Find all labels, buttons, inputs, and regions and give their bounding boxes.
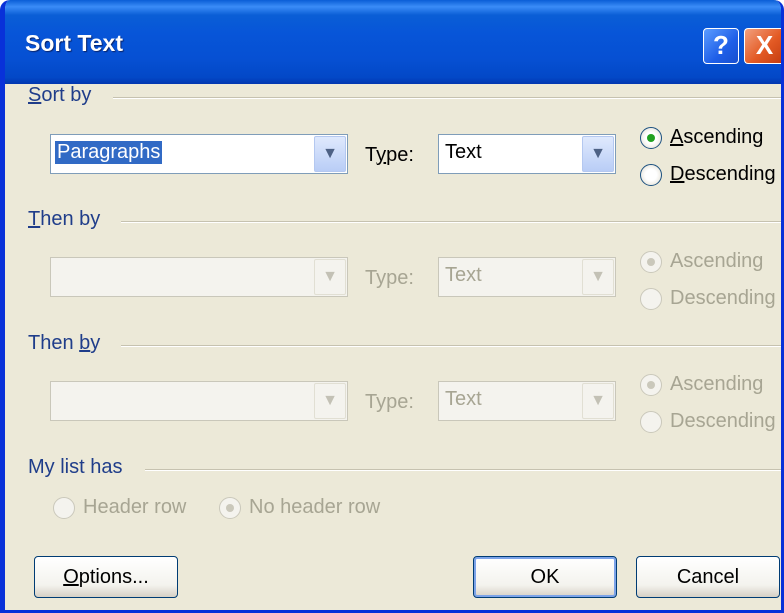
chevron-down-icon[interactable]: ▼ [582,136,614,172]
then-by-descending-radio[interactable]: Descending [640,287,776,310]
chevron-down-icon[interactable]: ▼ [314,136,346,172]
options-button[interactable]: Options... [34,556,178,598]
dialog-body: Sort by Paragraphs ▼ Type: Text ▼ Ascend… [5,84,781,610]
sort-by-type-select[interactable]: Text ▼ [438,134,616,174]
then-by-type-label: Type: [365,267,414,289]
sort-text-dialog: Sort Text ? X Sort by Paragraphs ▼ Type:… [0,0,784,613]
title-bar[interactable]: Sort Text ? X [5,0,781,84]
chevron-down-icon[interactable]: ▼ [582,383,614,419]
my-list-has-divider [145,469,781,471]
then-by-type-select[interactable]: Text ▼ [438,257,616,297]
radio-selected-icon [640,250,662,273]
sort-by-descending-radio[interactable]: Descending [640,163,776,186]
then-by-field-select[interactable]: ▼ [50,257,348,297]
then-by-2-descending-radio[interactable]: Descending [640,410,776,433]
then-by-2-label: Then by [28,332,101,354]
sort-by-field-select[interactable]: Paragraphs ▼ [50,134,348,174]
then-by-2-type-select[interactable]: Text ▼ [438,381,616,421]
sort-by-field-value: Paragraphs [55,141,163,164]
help-icon[interactable]: ? [703,28,739,64]
chevron-down-icon[interactable]: ▼ [582,259,614,295]
then-by-2-type-label: Type: [365,391,414,413]
radio-unselected-icon [53,496,75,519]
chevron-down-icon[interactable]: ▼ [314,383,346,419]
then-by-ascending-radio[interactable]: Ascending [640,250,763,273]
then-by-divider [121,221,781,223]
ok-button[interactable]: OK [473,556,617,598]
radio-unselected-icon [640,287,662,310]
radio-unselected-icon [640,410,662,433]
radio-unselected-icon [640,163,662,186]
sort-by-ascending-radio[interactable]: Ascending [640,126,763,149]
close-icon[interactable]: X [744,28,781,64]
radio-selected-icon [219,496,241,519]
dialog-title: Sort Text [25,30,123,56]
sort-by-type-value: Text [445,141,482,163]
then-by-label: Then by [28,208,101,230]
my-list-has-label: My list has [28,456,123,478]
radio-selected-icon [640,126,662,149]
sort-by-label: Sort by [28,84,92,106]
then-by-2-ascending-radio[interactable]: Ascending [640,373,763,396]
then-by-2-field-select[interactable]: ▼ [50,381,348,421]
cancel-button[interactable]: Cancel [636,556,780,598]
then-by-2-divider [121,345,781,347]
chevron-down-icon[interactable]: ▼ [314,259,346,295]
header-row-radio[interactable]: Header row [53,496,186,519]
no-header-row-radio[interactable]: No header row [219,496,380,519]
radio-selected-icon [640,373,662,396]
sort-by-divider [113,97,781,99]
sort-by-type-label: Type: [365,144,414,166]
